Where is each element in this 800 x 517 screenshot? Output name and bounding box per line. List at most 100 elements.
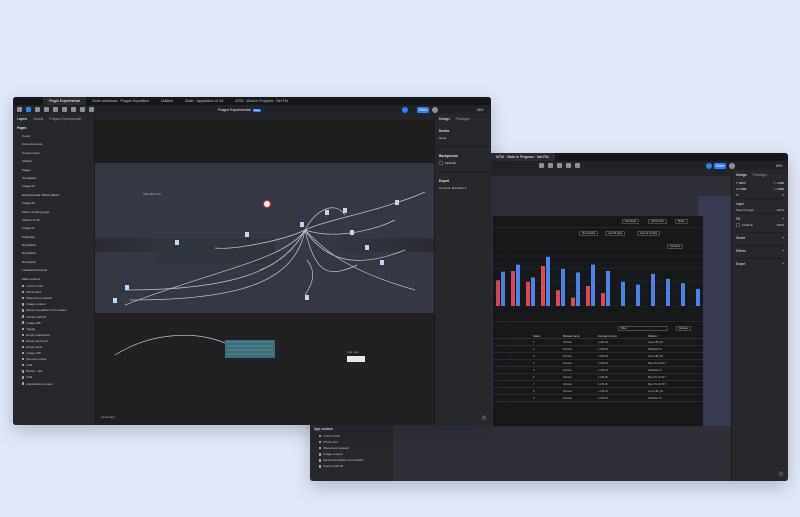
table-row[interactable]: 2 Chrome 1,234.25 Windows 10 [493,346,703,353]
page-item[interactable]: Dropdown [13,258,94,266]
frame-icon [319,465,322,468]
tab-prototype[interactable]: Prototype [456,117,471,121]
chart-bar [546,256,550,306]
tab-design[interactable]: Design [736,173,747,177]
table-cell: Chrome [563,340,572,344]
table-row[interactable]: 7 Chrome 1,234.25 Mac OS 10.15.7 [493,381,703,388]
text-tool-icon[interactable] [62,107,67,112]
zoom-level[interactable]: 65% [477,108,483,112]
page-item[interactable]: Main content [13,275,94,283]
tab-mtm[interactable]: MTM · Work in Progress · Net Flix [490,153,555,161]
shape-tool-icon[interactable] [44,107,49,112]
tab-plugin-experimental[interactable]: Plugin Experimental [43,97,87,105]
table-row[interactable]: 6 Chrome 1,234.25 Mac OS 10.15.7 [493,374,703,381]
hand-tool-icon[interactable] [575,163,580,168]
tab-slider-kit[interactable]: Slider · Application UI Kit [179,97,230,105]
table-cell: Mac OS 10.15.7 [648,382,667,386]
help-button[interactable]: ? [778,471,784,477]
page-item[interactable]: Utilities [13,157,94,165]
document-title[interactable]: Prague Experimental Free [218,108,262,112]
page-item[interactable]: Templates [13,174,94,182]
page-item[interactable]: Leaderboard tools [13,266,94,274]
frame-icon [22,376,25,379]
page-item[interactable]: Dropdown [13,249,94,257]
chart-compare-hint[interactable]: Compare [667,244,684,249]
canvas[interactable]: Node Block title Input node Canvas label [95,120,434,425]
comment-tool-icon[interactable] [89,107,94,112]
page-item[interactable]: Image 01 [13,182,94,190]
share-button[interactable]: Share [714,162,726,169]
share-mini-button[interactable]: Share [675,219,688,224]
tab-design[interactable]: Design [439,117,450,121]
layer-item[interactable]: placeholder content [13,381,94,387]
export-field[interactable]: Connect, Donation 1 [435,185,491,191]
table-cell: Chrome [563,382,572,386]
table-row[interactable]: 5 Chrome 1,234.25 Windows 10 [493,367,703,374]
menu-icon[interactable] [17,107,22,112]
page-item[interactable]: Image 07 [13,224,94,232]
tab-prototype[interactable]: Prototype [753,173,768,177]
pen-tool-icon[interactable] [548,163,553,168]
page-item[interactable]: Cover [13,132,94,140]
frame-icon [22,303,25,306]
page-item[interactable]: Image 02 [13,199,94,207]
page-item[interactable]: Experimental: Button Block [13,191,94,199]
chart-filter-12months[interactable]: Last 12 months [637,231,661,236]
resources-icon[interactable] [71,107,76,112]
tab-untitled[interactable]: Untitled [155,97,179,105]
layer-item[interactable]: Frame 4 05 05 [310,463,393,469]
background-swatch[interactable] [439,161,443,166]
chart-filter-30days[interactable]: Last 30 days [605,231,626,236]
chart-bar [516,264,520,306]
table-row[interactable]: 8 Chrome 1,234.25 Linux x86_64 [493,388,703,395]
page-item[interactable]: Dropdown [13,241,94,249]
page-item[interactable]: Core elements [13,140,94,148]
export-section[interactable]: Export + [732,258,788,267]
table-row[interactable]: 4 Chrome 1,234.25 Mac OS 10.15.7 [493,360,703,367]
chart-bar [586,286,590,306]
help-button[interactable]: ? [481,415,487,421]
tab-assets[interactable]: Assets [33,117,43,121]
frame-tool-icon[interactable] [539,163,544,168]
pen-tool-icon[interactable] [53,107,58,112]
table-row[interactable]: 9 Chrome 1,234.25 Windows 10 [493,395,703,402]
component-tool-icon[interactable] [566,163,571,168]
user-avatar[interactable] [729,162,735,169]
table-cell: 5 [533,368,535,372]
table-row[interactable]: 1 Chrome 1,234.25 Linux x86_64 [493,339,703,346]
add-to-cart-button[interactable]: Add to Cart [648,219,667,224]
fill-row[interactable]: 1F1E1E 100% [732,222,788,228]
text-tool-icon[interactable] [557,163,562,168]
background-field[interactable]: 1E1E1E [435,160,491,166]
avatar[interactable] [402,106,408,113]
dashboard-frame[interactable]: Download Add to Cart Share All products … [493,216,703,426]
tab-layers[interactable]: Layers [17,117,27,121]
chart-filter-products[interactable]: All products [579,231,599,236]
export-label: Export [439,179,450,184]
device-select[interactable]: None [435,135,491,141]
avatar[interactable] [706,162,712,169]
chart-bar [571,297,575,306]
zoom-level[interactable]: 65% [776,164,782,168]
table-row[interactable]: 3 Chrome 1,234.25 Linux x86_64 [493,353,703,360]
hand-tool-icon[interactable] [80,107,85,112]
page-item[interactable]: Tablets of 03 [13,216,94,224]
page-item[interactable]: Pages [13,166,94,174]
tab-fonts-workflows[interactable]: Fonts workflows · Prague Expedition [86,97,155,105]
tab-file[interactable]: Prague Experimental [49,117,81,121]
download-button[interactable]: Download [622,219,640,224]
stroke-section[interactable]: Stroke + [732,232,788,241]
table-manage-button[interactable]: Manage [676,326,692,331]
frame-tool-icon[interactable] [35,107,40,112]
page-item[interactable]: Marie Landing page [13,208,94,216]
page-item[interactable]: Components [13,149,94,157]
main-window: Plugin Experimental Fonts workflows · Pr… [13,97,491,425]
move-tool-icon[interactable] [26,107,31,112]
share-button[interactable]: Share [417,106,429,113]
tab-mtm[interactable]: MTM · Work in Progress · Net Flix [229,97,294,105]
user-avatar[interactable] [432,106,438,113]
page-item[interactable]: Paintings [13,233,94,241]
table-filter-input[interactable]: Filter [618,326,668,331]
fill-swatch[interactable] [736,223,740,228]
effects-section[interactable]: Effects + [732,245,788,254]
